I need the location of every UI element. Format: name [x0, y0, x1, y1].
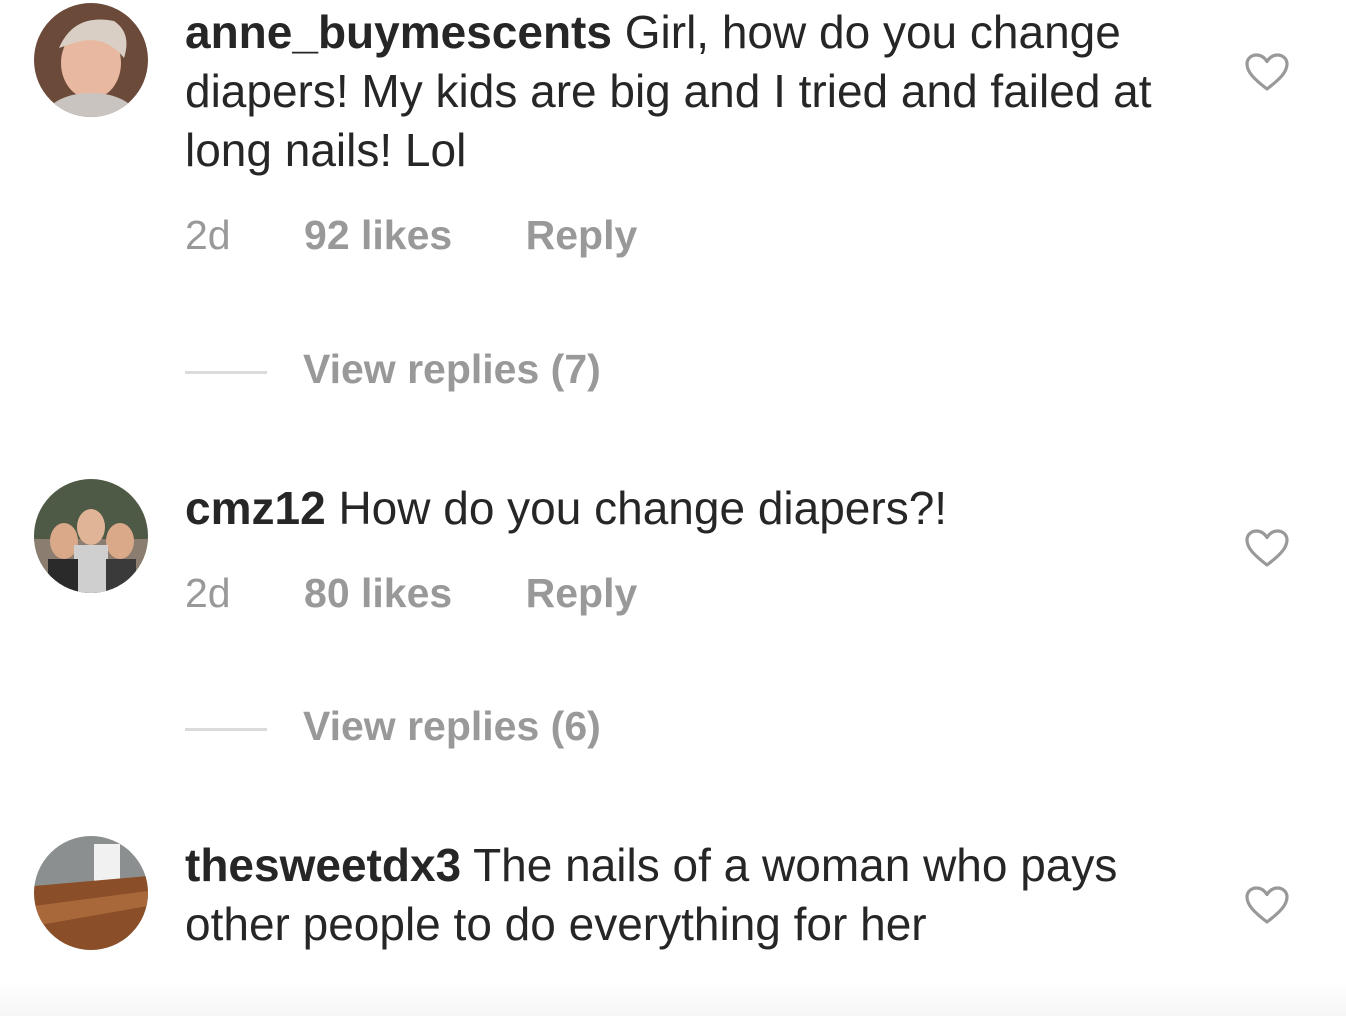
reply-button[interactable]: Reply	[526, 212, 638, 259]
likes-count[interactable]: 92 likes	[304, 212, 452, 259]
avatar[interactable]	[34, 3, 148, 117]
comment-text: anne_buymescents Girl, how do you change…	[185, 3, 1185, 180]
comment-username[interactable]: anne_buymescents	[185, 6, 612, 58]
comment-username[interactable]: cmz12	[185, 482, 326, 534]
comment-text: cmz12 How do you change diapers?!	[185, 479, 1185, 538]
avatar[interactable]	[34, 479, 148, 593]
comment-time: 2d	[185, 570, 231, 616]
heart-outline-icon[interactable]	[1244, 528, 1290, 568]
view-replies-button[interactable]: View replies (6)	[185, 703, 601, 750]
comment-time: 2d	[185, 212, 231, 258]
replies-divider	[185, 370, 267, 374]
likes-count[interactable]: 80 likes	[304, 570, 452, 617]
replies-divider	[185, 727, 267, 731]
view-replies-label: View replies (6)	[303, 703, 601, 749]
bottom-shadow	[0, 982, 1346, 1016]
comment-body: How do you change diapers?!	[338, 482, 948, 534]
comment-meta: 2d 80 likes Reply	[185, 570, 637, 617]
heart-outline-icon[interactable]	[1244, 52, 1290, 92]
avatar[interactable]	[34, 836, 148, 950]
view-replies-label: View replies (7)	[303, 346, 601, 392]
view-replies-button[interactable]: View replies (7)	[185, 346, 601, 393]
reply-button[interactable]: Reply	[526, 570, 638, 617]
comment-text: thesweetdx3 The nails of a woman who pay…	[185, 836, 1185, 954]
comment-username[interactable]: thesweetdx3	[185, 839, 461, 891]
comment-meta: 2d 92 likes Reply	[185, 212, 637, 259]
heart-outline-icon[interactable]	[1244, 885, 1290, 925]
